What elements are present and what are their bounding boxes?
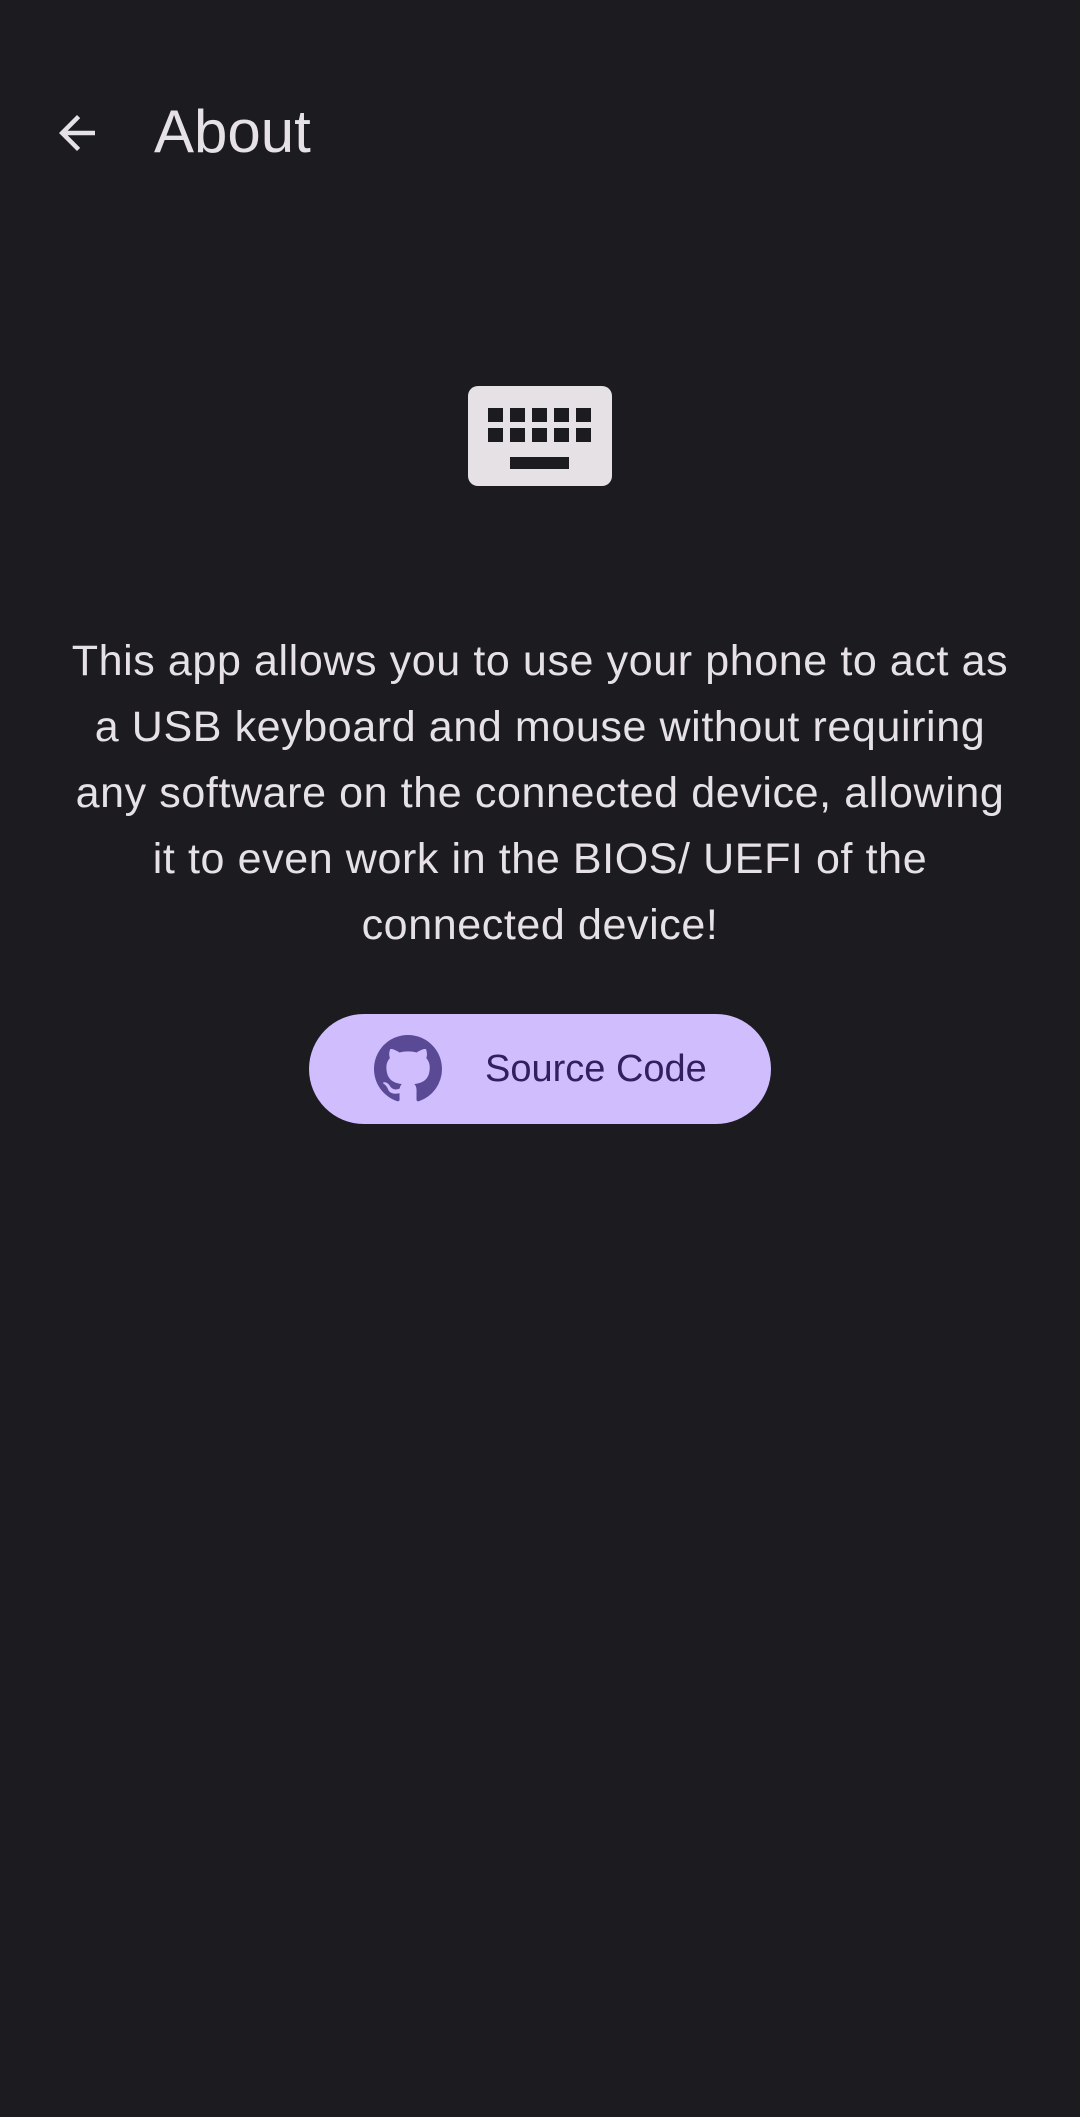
arrow-back-icon xyxy=(50,106,104,165)
page-title: About xyxy=(154,98,311,165)
app-description: This app allows you to use your phone to… xyxy=(71,637,1009,949)
source-code-label: Source Code xyxy=(485,1048,707,1090)
source-code-button[interactable]: Source Code xyxy=(309,1014,771,1124)
top-app-bar: About xyxy=(0,0,1080,266)
keyboard-icon xyxy=(468,386,612,486)
github-icon xyxy=(374,1035,442,1103)
back-button[interactable] xyxy=(32,90,122,180)
